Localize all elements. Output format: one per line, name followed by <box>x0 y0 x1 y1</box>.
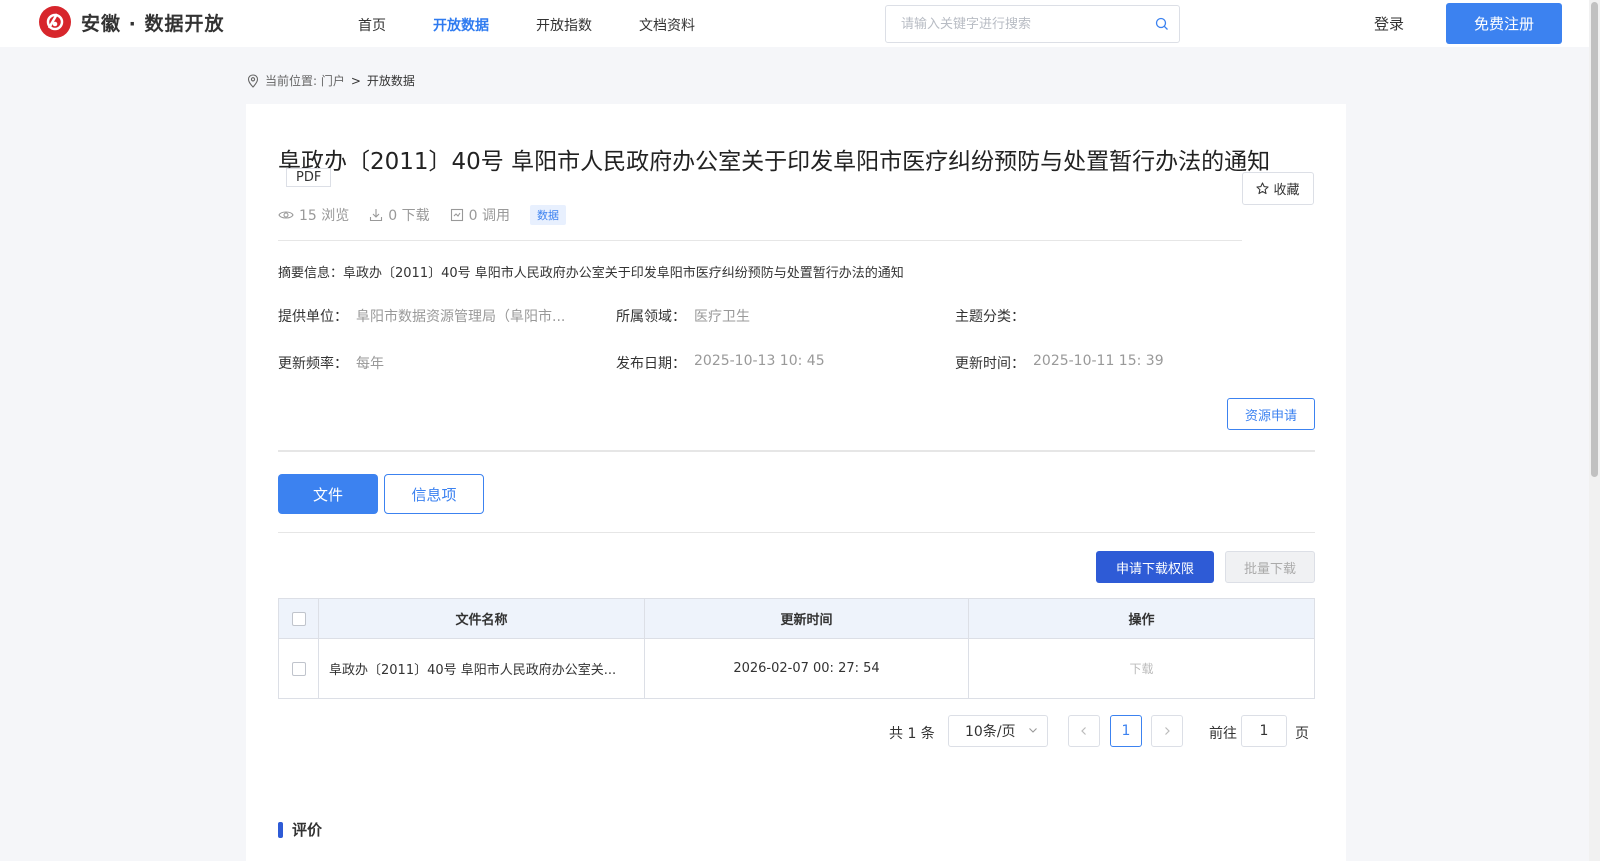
download-icon <box>370 209 383 222</box>
goto-label: 前往 <box>1209 726 1237 742</box>
table-row: 阜政办〔2011〕40号 阜阳市人民政府办公室关... 2026-02-07 0… <box>278 638 1315 699</box>
nav-docs[interactable]: 文档资料 <box>639 13 695 35</box>
page-scrollbar[interactable] <box>1589 0 1600 861</box>
meta-provider: 提供单位： 阜阳市数据资源管理局（阜阳市... <box>278 306 565 326</box>
meta-value: 2025-10-13 10: 45 <box>694 353 825 369</box>
logo-mark-icon <box>39 6 71 38</box>
column-header-file-name: 文件名称 <box>318 598 645 639</box>
nav-home[interactable]: 首页 <box>358 13 386 35</box>
request-download-permission-button[interactable]: 申请下载权限 <box>1096 551 1214 583</box>
meta-topic: 主题分类： <box>955 306 1033 326</box>
format-badge: PDF <box>286 168 332 187</box>
meta-publish-date: 发布日期： 2025-10-13 10: 45 <box>616 353 825 373</box>
goto-page-input[interactable] <box>1241 715 1287 747</box>
column-header-update-time: 更新时间 <box>644 598 969 639</box>
meta-value: 医疗卫生 <box>694 309 750 325</box>
downloads-stat: 0 下载 <box>369 205 430 225</box>
meta-value: 2025-10-11 15: 39 <box>1033 353 1164 369</box>
divider <box>278 450 1315 452</box>
views-stat: 15 浏览 <box>278 205 349 225</box>
pagination: 共 1 条 10条/页 1 前往 页 <box>246 715 1315 747</box>
download-link[interactable]: 下载 <box>1129 662 1153 676</box>
register-button[interactable]: 免费注册 <box>1446 3 1562 44</box>
review-section-heading: 评价 <box>278 819 322 840</box>
action-cell: 下载 <box>968 638 1315 699</box>
meta-label: 发布日期： <box>616 356 686 372</box>
favorite-label: 收藏 <box>1273 183 1300 198</box>
tab-info-items[interactable]: 信息项 <box>384 474 484 514</box>
divider <box>278 532 1315 533</box>
select-all-cell <box>278 598 319 639</box>
column-header-actions: 操作 <box>968 598 1315 639</box>
breadcrumb: 当前位置: 门户 > 开放数据 <box>247 72 415 89</box>
row-checkbox[interactable] <box>291 661 306 676</box>
meta-label: 提供单位： <box>278 309 348 325</box>
nav-open-data[interactable]: 开放数据 <box>433 13 489 35</box>
meta-label: 所属领域： <box>616 309 686 325</box>
breadcrumb-current: 开放数据 <box>366 74 415 88</box>
pagination-total: 共 1 条 <box>889 726 935 742</box>
downloads-count: 0 下载 <box>388 208 430 224</box>
search-input[interactable] <box>886 6 1136 42</box>
meta-label: 主题分类： <box>955 309 1025 325</box>
table-header-row: 文件名称 更新时间 操作 <box>278 598 1315 639</box>
top-header: 安徽 · 数据开放 首页 开放数据 开放指数 文档资料 登录 免费注册 <box>0 0 1600 47</box>
main-nav: 首页 开放数据 开放指数 文档资料 <box>358 0 742 47</box>
page-number-1[interactable]: 1 <box>1110 715 1142 747</box>
heading-accent-bar <box>278 821 283 838</box>
dataset-detail-card: 阜政办〔2011〕40号 阜阳市人民政府办公室关于印发阜阳市医疗纠纷预防与处置暂… <box>246 104 1346 861</box>
review-title: 评价 <box>292 821 323 839</box>
brand-name: 安徽 · 数据开放 <box>81 12 225 35</box>
page-size-select[interactable]: 10条/页 <box>948 715 1048 747</box>
search-box <box>885 5 1180 43</box>
eye-icon <box>278 211 294 219</box>
meta-value: 每年 <box>356 356 384 372</box>
tab-files[interactable]: 文件 <box>278 474 378 514</box>
row-select-cell <box>278 638 319 699</box>
star-icon <box>1256 182 1270 195</box>
dataset-stats: 15 浏览 0 下载 0 调用 数据 <box>278 205 566 225</box>
meta-label: 更新频率： <box>278 356 348 372</box>
dataset-title: 阜政办〔2011〕40号 阜阳市人民政府办公室关于印发阜阳市医疗纠纷预防与处置暂… <box>278 149 1271 175</box>
select-all-checkbox[interactable] <box>291 611 306 626</box>
meta-frequency: 更新频率： 每年 <box>278 353 384 373</box>
batch-download-button[interactable]: 批量下载 <box>1225 551 1315 583</box>
login-link[interactable]: 登录 <box>1374 13 1404 34</box>
chevron-left-icon <box>1081 727 1086 735</box>
resource-apply-button[interactable]: 资源申请 <box>1227 398 1315 430</box>
prev-page-button[interactable] <box>1068 715 1100 747</box>
nav-open-index[interactable]: 开放指数 <box>536 13 592 35</box>
page-size-value: 10条/页 <box>965 724 1016 740</box>
meta-value: 阜阳市数据资源管理局（阜阳市... <box>356 309 566 325</box>
views-count: 15 浏览 <box>299 208 350 224</box>
chevron-right-icon <box>1165 727 1170 735</box>
calls-stat: 0 调用 <box>450 205 510 225</box>
calls-count: 0 调用 <box>468 208 510 224</box>
breadcrumb-separator: > <box>350 73 361 88</box>
divider <box>278 240 1242 241</box>
location-pin-icon <box>247 73 259 88</box>
breadcrumb-home[interactable]: 当前位置: 门户 <box>265 72 345 89</box>
meta-domain: 所属领域： 医疗卫生 <box>616 306 750 326</box>
chevron-down-icon <box>1029 728 1037 733</box>
next-page-button[interactable] <box>1151 715 1183 747</box>
file-table: 文件名称 更新时间 操作 阜政办〔2011〕40号 阜阳市人民政府办公室关...… <box>278 598 1315 699</box>
goto-suffix: 页 <box>1295 726 1309 742</box>
dataset-summary: 摘要信息：阜政办〔2011〕40号 阜阳市人民政府办公室关于印发阜阳市医疗纠纷预… <box>278 266 904 281</box>
api-call-icon <box>450 208 463 222</box>
site-logo[interactable]: 安徽 · 数据开放 <box>39 6 224 38</box>
meta-update-time: 更新时间： 2025-10-11 15: 39 <box>955 353 1164 373</box>
scrollbar-thumb[interactable] <box>1591 2 1598 477</box>
favorite-button[interactable]: 收藏 <box>1242 172 1314 205</box>
update-time-cell: 2026-02-07 00: 27: 54 <box>644 638 969 699</box>
data-type-tag: 数据 <box>529 205 566 225</box>
meta-label: 更新时间： <box>955 356 1025 372</box>
file-name-cell: 阜政办〔2011〕40号 阜阳市人民政府办公室关... <box>318 638 645 699</box>
search-icon[interactable] <box>1155 17 1169 31</box>
